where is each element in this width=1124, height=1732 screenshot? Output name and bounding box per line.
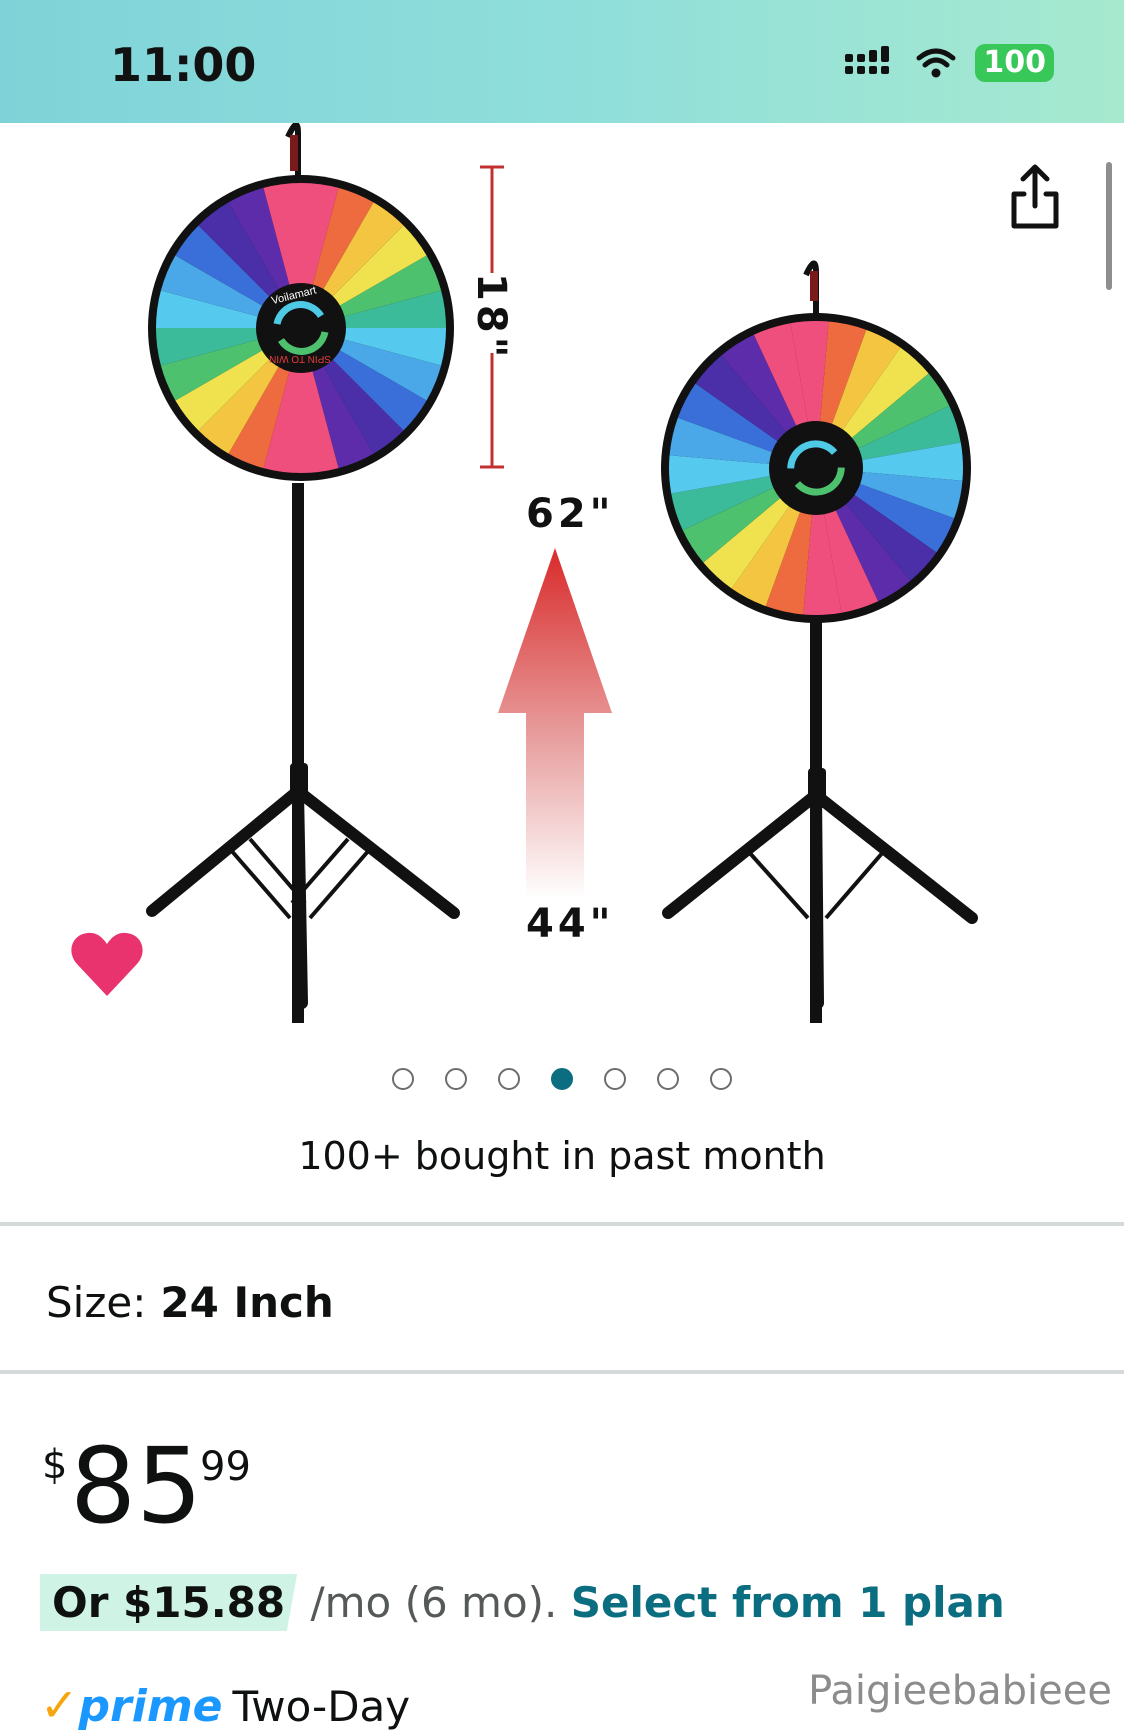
battery-icon: 100 [975,44,1054,82]
add-to-list-button[interactable] [70,930,144,998]
max-height-label: 62" [526,491,615,537]
spin-wheel-right [661,313,971,623]
product-image: Voilamart SPIN TO WIN [146,122,978,1023]
pagination-dot[interactable] [498,1068,520,1090]
prime-check-icon: ✓ [40,1678,79,1732]
size-selector[interactable]: Size: 24 Inch [46,1278,334,1327]
prime-delivery: ✓ prime Two-Day [40,1678,410,1732]
heart-icon [71,932,143,996]
spin-wheel-left: Voilamart SPIN TO WIN [148,175,454,481]
select-plan-link[interactable]: Select from 1 plan [571,1578,1005,1627]
installment-offer: Or $15.88 /mo (6 mo). Select from 1 plan [40,1574,1005,1631]
size-label: Size: [46,1278,147,1327]
pagination-dot[interactable] [445,1068,467,1090]
min-height-label: 44" [526,901,615,947]
pagination-dot[interactable] [710,1068,732,1090]
height-arrow [498,548,612,898]
status-time: 11:00 [110,38,257,92]
prime-logo: prime [78,1681,223,1732]
prime-delivery-speed: Two-Day [232,1682,411,1731]
gallery-scroll-indicator [1106,162,1112,290]
gallery-pagination [0,1068,1124,1090]
installment-terms: /mo (6 mo). [310,1578,558,1627]
wheel-diameter-label: 18" [468,273,514,362]
svg-text:SPIN TO WIN: SPIN TO WIN [269,353,331,364]
price-fraction: 99 [200,1444,251,1490]
pagination-dot[interactable] [392,1068,414,1090]
pagination-dot[interactable] [657,1068,679,1090]
share-icon [1011,164,1059,229]
pagination-dot-active[interactable] [551,1068,573,1090]
wifi-icon [916,48,956,78]
pagination-dot[interactable] [604,1068,626,1090]
price-currency: $ [42,1442,68,1488]
size-value: 24 Inch [160,1278,334,1327]
divider [0,1370,1124,1374]
signal-icon [845,46,890,74]
divider [0,1222,1124,1226]
installment-amount: Or $15.88 [40,1574,298,1631]
share-button[interactable] [1000,160,1070,236]
status-bar: 11:00 100 [0,0,1124,123]
bought-in-past-month: 100+ bought in past month [298,1134,826,1178]
price-whole: 85 [70,1425,203,1547]
status-icons: 100 [845,44,1054,82]
product-image-gallery[interactable]: Voilamart SPIN TO WIN 18" 62" 44" [0,122,1124,1123]
watermark: Paigieebabieee [808,1668,1112,1714]
